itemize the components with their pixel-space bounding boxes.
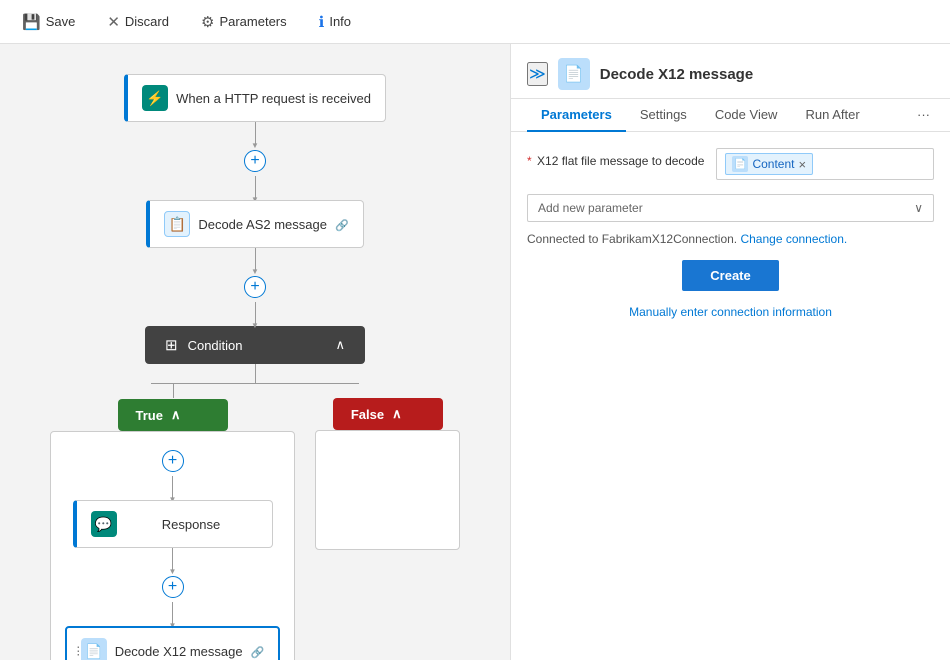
- parameters-button[interactable]: ⚙ Parameters: [195, 9, 293, 35]
- save-label: Save: [46, 14, 76, 29]
- panel-content: * X12 flat file message to decode 📄 Cont…: [511, 132, 950, 335]
- save-icon: 💾: [22, 13, 41, 31]
- decode-x12-icon: 📄: [81, 638, 107, 660]
- true-branch-label: True: [136, 408, 163, 423]
- content-tag-icon: 📄: [732, 156, 748, 172]
- right-panel: ≫ 📄 Decode X12 message Parameters Settin…: [510, 44, 950, 660]
- connector-2: [255, 176, 256, 200]
- info-button[interactable]: ℹ Info: [313, 9, 357, 35]
- false-branch: False ∧: [315, 384, 460, 550]
- content-tag-label: Content: [752, 157, 794, 171]
- response-label: Response: [125, 517, 258, 532]
- add-button-true[interactable]: +: [162, 450, 184, 472]
- false-branch-collapse-icon: ∧: [392, 406, 402, 422]
- http-request-node[interactable]: ⚡ When a HTTP request is received: [124, 74, 386, 122]
- parameters-label: Parameters: [219, 14, 286, 29]
- decode-as2-node[interactable]: 📋 Decode AS2 message 🔗: [146, 200, 363, 248]
- create-button[interactable]: Create: [682, 260, 778, 291]
- true-branch-body: + 💬 Response + ⋮ 📄: [50, 431, 296, 660]
- condition-inner: ⊞ Condition: [165, 336, 243, 354]
- add-button-true-2[interactable]: +: [162, 576, 184, 598]
- connector-true-2: [172, 548, 173, 572]
- link-icon-x12: 🔗: [251, 646, 265, 659]
- decode-as2-label: Decode AS2 message: [198, 217, 327, 232]
- link-icon-as2: 🔗: [335, 219, 349, 232]
- tab-run-after[interactable]: Run After: [791, 99, 873, 132]
- decode-x12-label: Decode X12 message: [115, 644, 243, 659]
- x12-tag-input[interactable]: 📄 Content ×: [716, 148, 934, 180]
- add-button-2[interactable]: +: [244, 276, 266, 298]
- panel-tabs: Parameters Settings Code View Run After …: [511, 99, 950, 132]
- true-branch: True ∧ + 💬 Response +: [50, 384, 296, 660]
- x12-field-label: * X12 flat file message to decode: [527, 148, 704, 168]
- flow-canvas: ⚡ When a HTTP request is received + 📋 De…: [0, 44, 510, 660]
- false-branch-label: False: [351, 407, 384, 422]
- connection-info: Connected to FabrikamX12Connection. Chan…: [527, 232, 934, 246]
- dots-menu-icon[interactable]: ⋮: [73, 645, 84, 658]
- tab-more-button[interactable]: ···: [913, 99, 934, 131]
- add-button-1[interactable]: +: [244, 150, 266, 172]
- x12-field-input-area: 📄 Content ×: [716, 148, 934, 180]
- http-request-icon: ⚡: [142, 85, 168, 111]
- tab-code-view[interactable]: Code View: [701, 99, 792, 132]
- panel-header: ≫ 📄 Decode X12 message: [511, 44, 950, 99]
- x12-field-label-text: X12 flat file message to decode: [537, 154, 704, 168]
- connection-text: Connected to FabrikamX12Connection.: [527, 232, 737, 246]
- expand-button[interactable]: ≫: [527, 62, 548, 86]
- required-asterisk: *: [527, 154, 532, 168]
- response-icon: 💬: [91, 511, 117, 537]
- branch-container: True ∧ + 💬 Response +: [50, 384, 461, 660]
- info-icon: ℹ: [319, 13, 325, 31]
- content-tag-close[interactable]: ×: [798, 158, 806, 171]
- add-parameter-label: Add new parameter: [538, 201, 643, 215]
- manual-connection-link[interactable]: Manually enter connection information: [527, 305, 934, 319]
- false-branch-header[interactable]: False ∧: [333, 398, 443, 430]
- dropdown-chevron-icon: ∨: [914, 201, 923, 215]
- parameters-icon: ⚙: [201, 13, 214, 31]
- content-tag: 📄 Content ×: [725, 153, 813, 175]
- decode-as2-icon: 📋: [164, 211, 190, 237]
- connector-1: [255, 122, 256, 146]
- connector-true-3: [172, 602, 173, 626]
- discard-label: Discard: [125, 14, 169, 29]
- info-label: Info: [329, 14, 351, 29]
- tab-settings[interactable]: Settings: [626, 99, 701, 132]
- tab-parameters[interactable]: Parameters: [527, 99, 626, 132]
- add-parameter-dropdown[interactable]: Add new parameter ∨: [527, 194, 934, 222]
- condition-icon: ⊞: [165, 336, 178, 354]
- flow-container: ⚡ When a HTTP request is received + 📋 De…: [20, 64, 490, 660]
- condition-node[interactable]: ⊞ Condition ∧: [145, 326, 365, 364]
- change-connection-link[interactable]: Change connection.: [740, 232, 847, 246]
- discard-button[interactable]: ✕ Discard: [101, 9, 175, 35]
- toolbar: 💾 Save ✕ Discard ⚙ Parameters ℹ Info: [0, 0, 950, 44]
- connector-4: [255, 302, 256, 326]
- panel-title-icon: 📄: [558, 58, 590, 90]
- true-branch-collapse-icon: ∧: [171, 407, 181, 423]
- connector-3: [255, 248, 256, 272]
- http-request-label: When a HTTP request is received: [176, 91, 371, 106]
- save-button[interactable]: 💾 Save: [16, 9, 81, 35]
- main-area: ⚡ When a HTTP request is received + 📋 De…: [0, 44, 950, 660]
- true-branch-header[interactable]: True ∧: [118, 399, 228, 431]
- condition-collapse-icon: ∧: [335, 337, 345, 353]
- false-branch-body: [315, 430, 460, 550]
- decode-x12-node[interactable]: ⋮ 📄 Decode X12 message 🔗: [65, 626, 281, 660]
- discard-icon: ✕: [107, 13, 120, 31]
- response-node[interactable]: 💬 Response: [73, 500, 273, 548]
- condition-label: Condition: [188, 338, 243, 353]
- panel-title: Decode X12 message: [600, 66, 753, 83]
- x12-field-row: * X12 flat file message to decode 📄 Cont…: [527, 148, 934, 180]
- connector-true-1: [172, 476, 173, 500]
